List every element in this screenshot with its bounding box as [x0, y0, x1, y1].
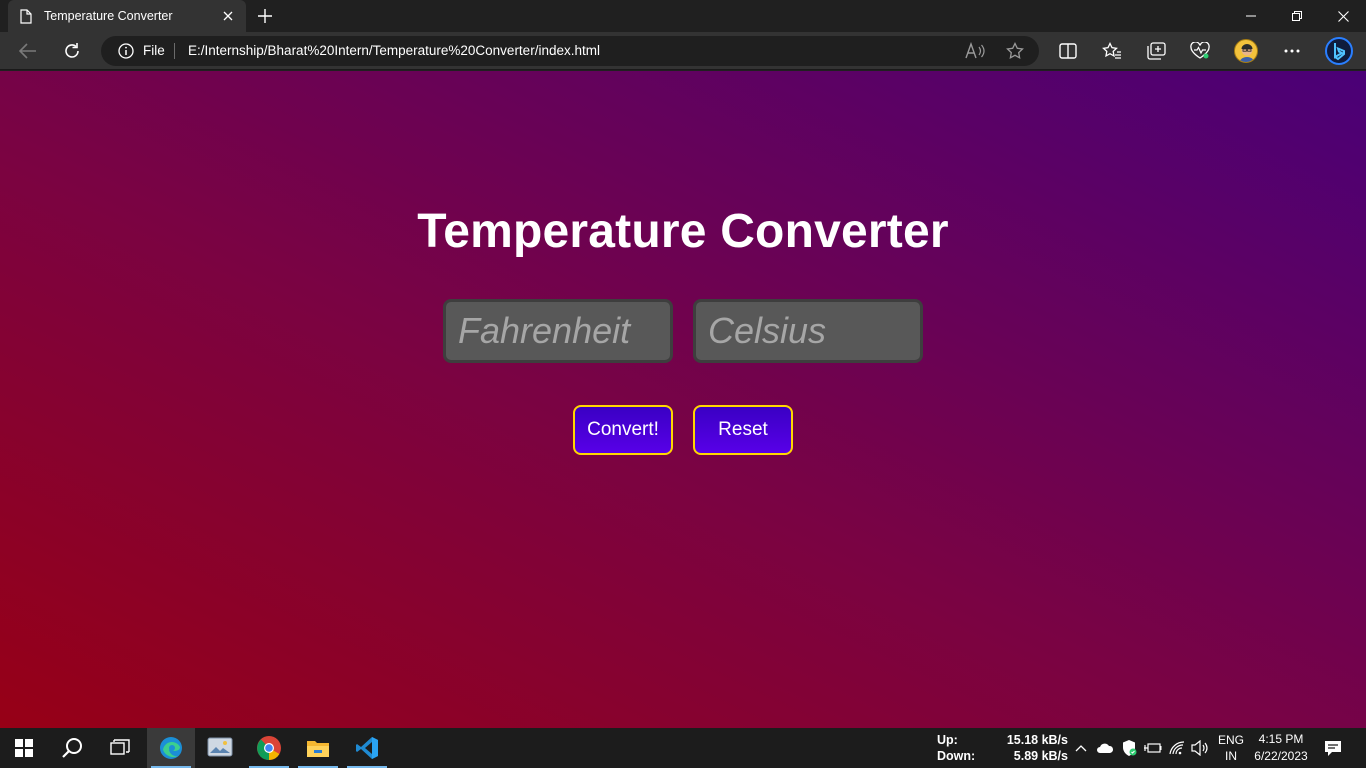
browser-tab-strip: Temperature Converter — [0, 0, 1366, 32]
collections-icon[interactable] — [1143, 38, 1169, 64]
language-region[interactable]: IN — [1214, 749, 1248, 763]
back-icon[interactable] — [15, 38, 41, 64]
page-viewport: Temperature Converter Convert! Reset — [0, 71, 1366, 728]
language-code[interactable]: ENG — [1214, 733, 1248, 747]
refresh-icon[interactable] — [59, 38, 85, 64]
address-bar[interactable]: File E:/Internship/Bharat%20Intern/Tempe… — [101, 36, 1039, 66]
battery-plug-icon[interactable] — [1143, 738, 1163, 758]
more-options-icon[interactable] — [1279, 38, 1305, 64]
file-explorer-icon[interactable] — [294, 728, 342, 768]
tab-title: Temperature Converter — [44, 9, 173, 23]
notifications-icon[interactable] — [1323, 738, 1343, 758]
favorite-star-icon[interactable] — [1002, 38, 1028, 64]
clock-time[interactable]: 4:15 PM — [1250, 732, 1312, 746]
bing-icon[interactable] — [1323, 35, 1355, 67]
convert-button[interactable]: Convert! — [573, 405, 673, 455]
chrome-icon[interactable] — [245, 728, 293, 768]
search-icon[interactable] — [48, 728, 96, 768]
fahrenheit-input[interactable] — [443, 299, 673, 363]
page-title: Temperature Converter — [417, 205, 949, 258]
net-up-label: Up: — [937, 733, 958, 747]
split-screen-icon[interactable] — [1055, 38, 1081, 64]
profile-avatar[interactable] — [1234, 39, 1258, 63]
address-divider — [174, 43, 175, 59]
new-tab-icon[interactable] — [254, 5, 276, 27]
chevron-up-icon[interactable] — [1071, 738, 1091, 758]
read-aloud-icon[interactable] — [962, 38, 988, 64]
close-tab-icon[interactable] — [220, 8, 236, 24]
volume-icon[interactable] — [1190, 738, 1210, 758]
edge-icon[interactable] — [147, 728, 195, 768]
vscode-icon[interactable] — [343, 728, 391, 768]
browser-tab[interactable]: Temperature Converter — [8, 0, 246, 32]
page-icon — [18, 8, 34, 24]
net-down-value: 5.89 kB/s — [1013, 749, 1068, 763]
net-down-label: Down: — [937, 749, 976, 763]
task-view-icon[interactable] — [96, 728, 144, 768]
clock-date[interactable]: 6/22/2023 — [1250, 749, 1312, 763]
minimize-icon[interactable] — [1228, 0, 1274, 32]
browser-essentials-icon[interactable] — [1187, 38, 1213, 64]
url-text[interactable]: E:/Internship/Bharat%20Intern/Temperatur… — [188, 43, 600, 58]
onedrive-icon[interactable] — [1095, 738, 1115, 758]
close-window-icon[interactable] — [1320, 0, 1366, 32]
restore-icon[interactable] — [1274, 0, 1320, 32]
photos-icon[interactable] — [196, 728, 244, 768]
favorites-icon[interactable] — [1099, 38, 1125, 64]
wifi-icon[interactable] — [1167, 738, 1187, 758]
start-icon[interactable] — [0, 728, 48, 768]
celsius-input[interactable] — [693, 299, 923, 363]
net-up-value: 15.18 kB/s — [1006, 733, 1068, 747]
address-prefix: File — [143, 43, 165, 58]
taskbar: Up: Down: 15.18 kB/s 5.89 kB/s ENG IN 4:… — [0, 728, 1366, 768]
reset-button[interactable]: Reset — [693, 405, 793, 455]
browser-toolbar: File E:/Internship/Bharat%20Intern/Tempe… — [0, 32, 1366, 70]
security-shield-icon[interactable] — [1119, 738, 1139, 758]
info-icon[interactable] — [117, 42, 135, 60]
